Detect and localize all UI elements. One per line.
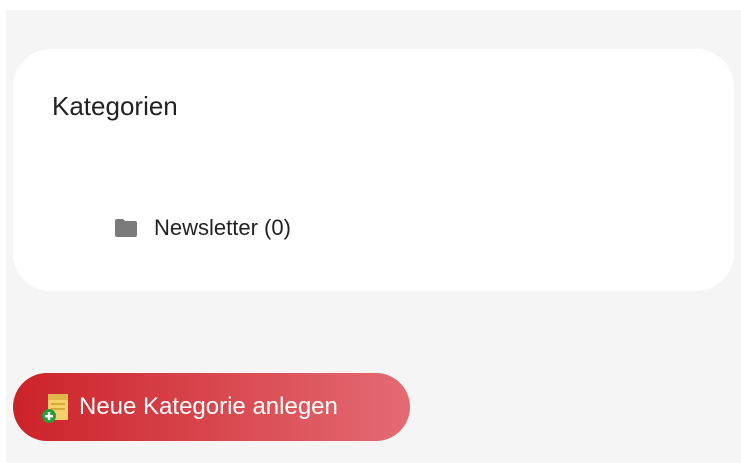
category-item-newsletter[interactable]: Newsletter (0)	[114, 214, 291, 242]
category-label: Newsletter (0)	[154, 215, 291, 240]
categories-title: Kategorien	[52, 91, 178, 121]
folder-icon	[114, 219, 138, 237]
category-list: Newsletter (0)	[114, 214, 291, 242]
page: Kategorien Newsletter (0) Neue Kategorie…	[0, 0, 741, 463]
new-category-button[interactable]: Neue Kategorie anlegen	[13, 373, 410, 441]
categories-card: Kategorien Newsletter (0)	[13, 49, 734, 291]
add-document-icon	[41, 391, 71, 423]
new-category-label: Neue Kategorie anlegen	[79, 393, 338, 420]
